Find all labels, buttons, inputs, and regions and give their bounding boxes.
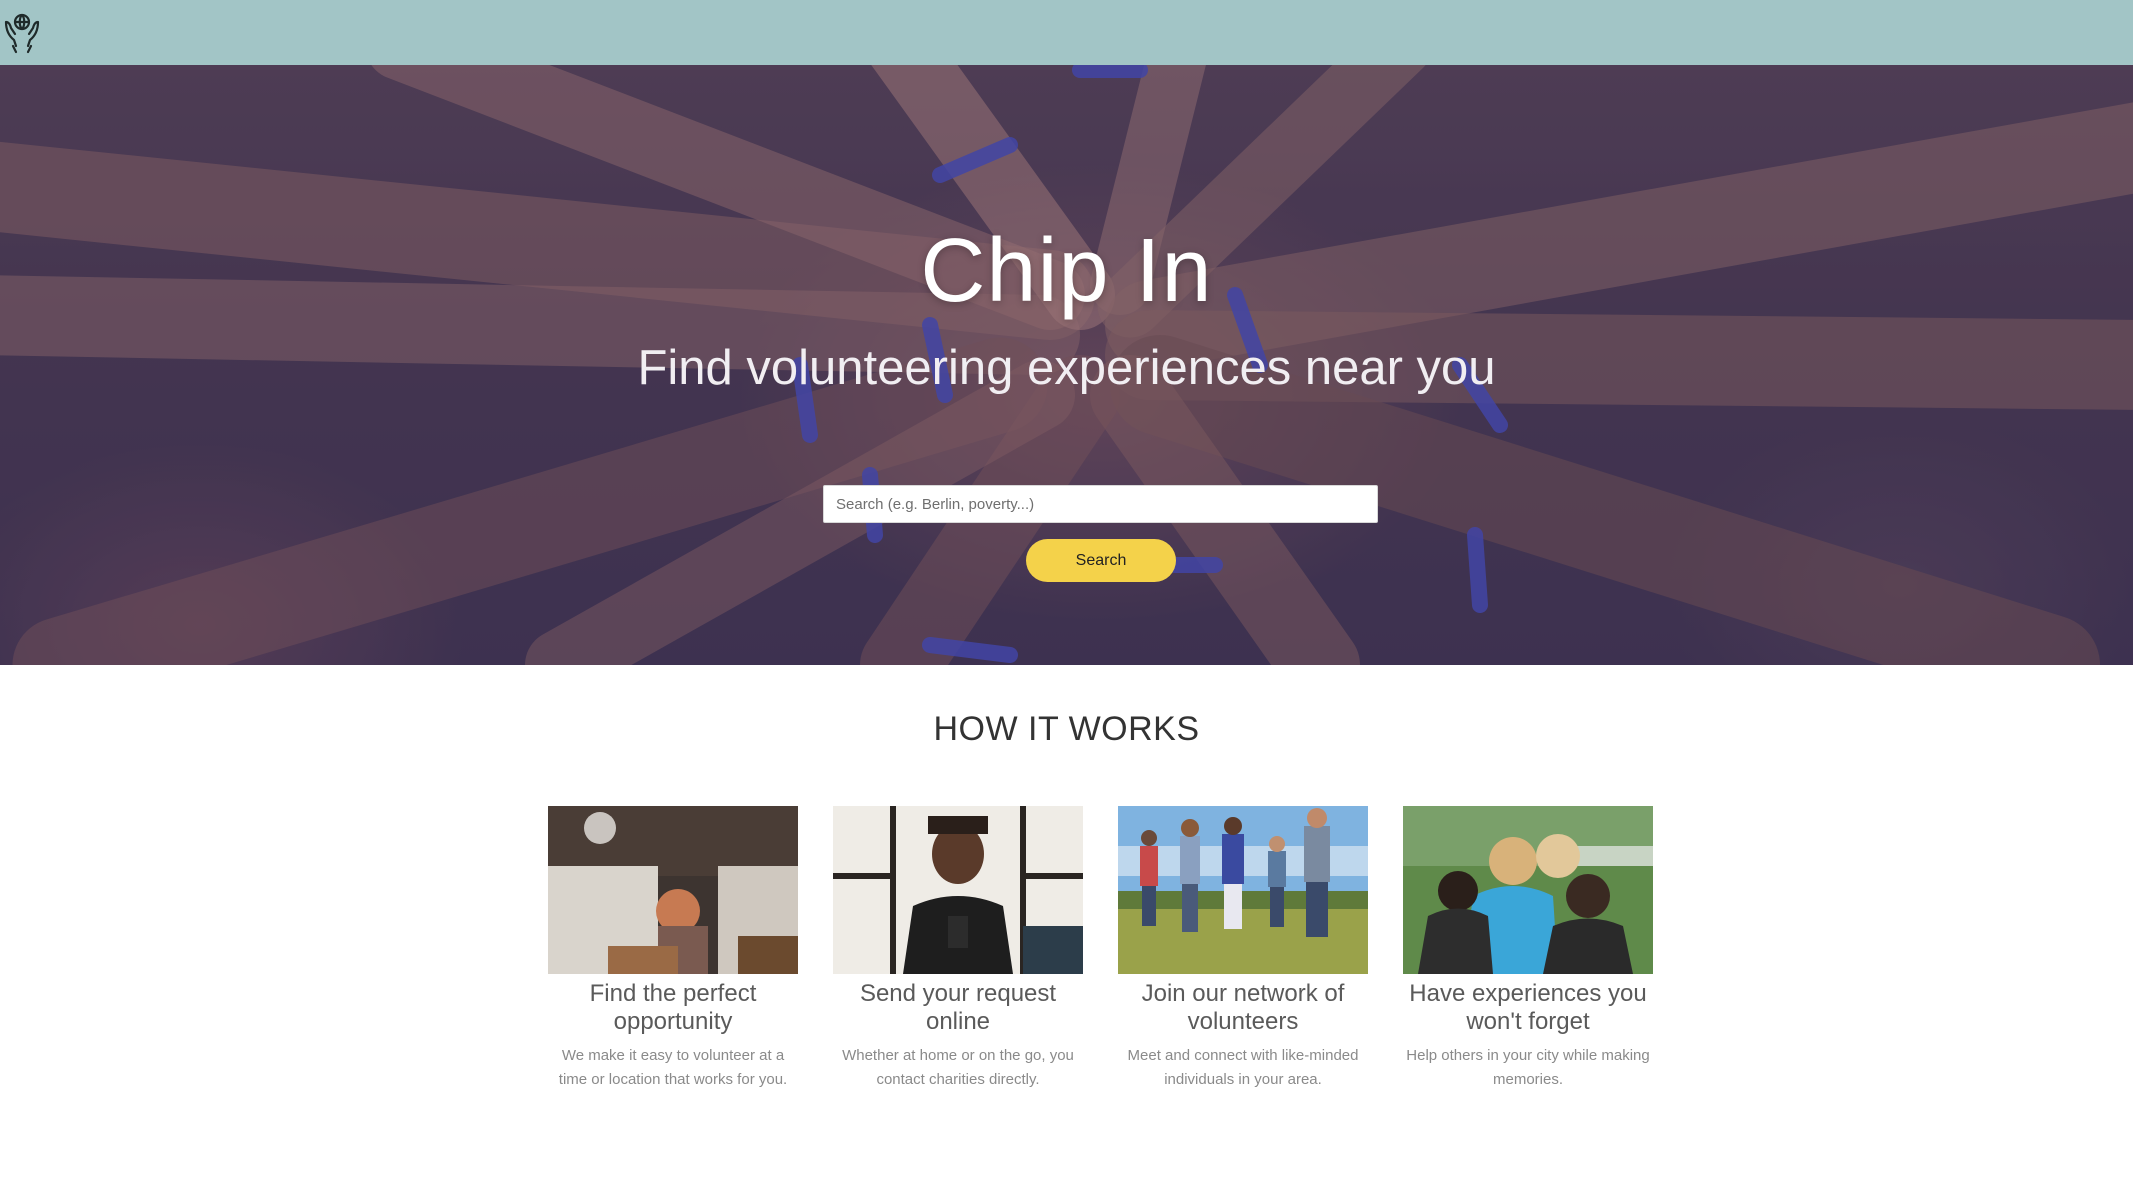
hero-subtitle: Find volunteering experiences near you xyxy=(637,341,1496,395)
top-navigation-bar xyxy=(0,0,2133,65)
step-description: Whether at home or on the go, you contac… xyxy=(842,1047,1074,1088)
search-input[interactable] xyxy=(823,485,1378,523)
step-photo-woman-laptop xyxy=(548,806,798,974)
hero-title: Chip In xyxy=(920,221,1213,321)
step-description: Meet and connect with like-minded indivi… xyxy=(1127,1047,1359,1088)
step-title: Join our network of volunteers xyxy=(1141,980,1345,1035)
how-it-works-title: HOW IT WORKS xyxy=(933,710,1200,748)
step-card-send-request: Send your request online Whether at home… xyxy=(833,806,1083,1092)
hands-globe-icon[interactable] xyxy=(2,10,42,54)
step-photo-man-phone xyxy=(833,806,1083,974)
step-card-experiences: Have experiences you won't forget Help o… xyxy=(1403,806,1653,1092)
step-title: Send your request online xyxy=(859,980,1057,1035)
step-photo-girls-park xyxy=(1403,806,1653,974)
step-title: Find the perfect opportunity xyxy=(589,980,757,1035)
hero-section: Chip In Find volunteering experiences ne… xyxy=(0,65,2133,665)
step-description: Help others in your city while making me… xyxy=(1406,1047,1650,1088)
step-card-join-network: Join our network of volunteers Meet and … xyxy=(1118,806,1368,1092)
step-title: Have experiences you won't forget xyxy=(1409,980,1647,1035)
search-button[interactable]: Search xyxy=(1026,539,1176,582)
step-description: We make it easy to volunteer at a time o… xyxy=(558,1047,788,1088)
step-card-find-opportunity: Find the perfect opportunity We make it … xyxy=(548,806,798,1092)
step-photo-group-field xyxy=(1118,806,1368,974)
